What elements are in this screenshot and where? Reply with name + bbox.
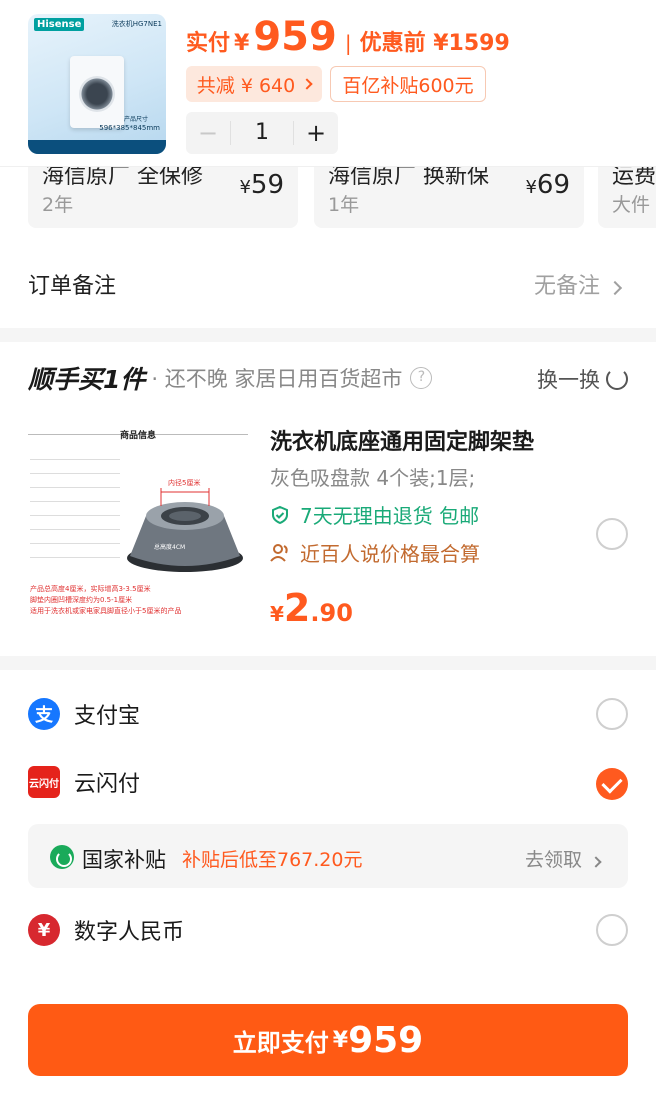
discount-detail-chip[interactable]: 共减 ¥ 640	[186, 66, 322, 102]
quantity-stepper[interactable]: − 1 +	[186, 112, 338, 154]
popularity-tag: 近百人说价格最合算	[270, 538, 480, 567]
image-header-text: 商品信息	[120, 431, 157, 441]
unionpay-icon: 云闪付	[28, 766, 60, 798]
payment-label: 云闪付	[74, 772, 141, 797]
decrease-button[interactable]: −	[186, 119, 230, 147]
order-summary-header: Hisense 洗衣机HG7NE1 产品尺寸 596*385*845mm 实付 …	[0, 0, 656, 166]
warranty-duration: 2年	[42, 194, 74, 216]
subsidy-icon	[50, 845, 74, 869]
image-height-label: 总高度4CM	[154, 544, 186, 551]
washing-machine-image	[70, 56, 124, 128]
actual-price: 959	[253, 14, 337, 60]
alipay-icon: 支	[28, 698, 60, 730]
pay-now-button[interactable]: 立即支付 ¥ 959	[28, 1004, 628, 1076]
image-footnote: 产品总高度4厘米，实际增高3-3.5厘米 脚垫内圈凹槽深度约为0.5-1厘米 适…	[30, 585, 182, 615]
shield-check-icon	[272, 505, 288, 524]
addon-brand-title: 顺手买1件	[28, 365, 146, 394]
quantity-value[interactable]: 1	[230, 121, 294, 145]
spec-size-value: 596*385*845mm	[99, 124, 160, 132]
section-divider	[0, 328, 656, 342]
national-subsidy-row[interactable]: 国家补贴 补贴后低至767.20元 去领取	[28, 824, 628, 888]
spec-size-label: 产品尺寸	[123, 116, 148, 123]
ecny-icon: ¥	[28, 914, 60, 946]
section-divider	[0, 656, 656, 670]
warranty-duration: 1年	[328, 194, 360, 216]
refresh-icon	[606, 368, 628, 390]
warranty-duration: 大件	[612, 194, 651, 216]
subsidy-claim-link[interactable]: 去领取	[525, 845, 602, 872]
warranty-price: ¥59	[239, 170, 284, 200]
currency-symbol: ¥	[234, 31, 250, 56]
alipay-radio[interactable]	[596, 698, 628, 730]
warranty-price: ¥69	[525, 170, 570, 200]
product-thumbnail[interactable]: Hisense 洗衣机HG7NE1 产品尺寸 596*385*845mm	[28, 14, 166, 154]
actual-pay-label: 实付	[186, 31, 231, 56]
addon-price: ¥ 2 .90	[270, 586, 353, 630]
payment-option-unionpay[interactable]: 云闪付 云闪付	[28, 766, 140, 798]
people-icon	[270, 543, 288, 562]
thumb-footer-bar	[28, 140, 166, 154]
subsidy-chip: 百亿补贴600元	[330, 66, 486, 102]
return-policy-tag: 7天无理由退货 包邮	[270, 500, 479, 529]
image-inner-diameter: 内径5厘米	[168, 479, 201, 487]
addon-product-image[interactable]: 商品信息 内径5厘米 总高度4CM 产品总高度4厘米，实际增高3-3.5厘米 脚…	[28, 420, 248, 620]
order-note-row[interactable]: 订单备注 无备注	[0, 252, 656, 316]
addon-select-radio[interactable]	[596, 518, 628, 550]
price-before-discount: 优惠前 ¥1599	[359, 31, 510, 56]
price-line: 实付 ¥ 959 | 优惠前 ¥1599	[186, 14, 510, 60]
price-separator: |	[344, 31, 352, 55]
help-icon[interactable]: ?	[410, 367, 433, 389]
payment-label: 数字人民币	[74, 920, 185, 945]
unionpay-radio-selected[interactable]	[596, 768, 628, 800]
foot-pad-image	[127, 488, 243, 572]
addon-product-spec[interactable]: 灰色吸盘款 4个装;1层;	[270, 462, 475, 491]
addon-section-title: 顺手买1件 · 还不晚 家居日用百货超市 ?	[28, 360, 433, 396]
chevron-right-icon	[301, 78, 313, 90]
order-note-value: 无备注	[534, 268, 623, 300]
addon-product-name[interactable]: 洗衣机底座通用固定脚架垫	[270, 424, 534, 456]
product-model: 洗衣机HG7NE1	[111, 20, 162, 28]
payment-label: 支付宝	[74, 704, 141, 729]
addon-subtitle: · 还不晚 家居日用百货超市	[151, 367, 403, 391]
subsidy-hint: 补贴后低至767.20元	[182, 849, 363, 871]
order-note-label: 订单备注	[28, 274, 117, 299]
payment-option-ecny[interactable]: ¥ 数字人民币	[28, 914, 184, 946]
subsidy-title: 国家补贴	[82, 848, 166, 872]
brand-logo: Hisense	[34, 18, 85, 31]
ecny-radio[interactable]	[596, 914, 628, 946]
payment-option-alipay[interactable]: 支 支付宝	[28, 698, 140, 730]
increase-button[interactable]: +	[294, 119, 338, 147]
swap-button[interactable]: 换一换	[537, 364, 628, 394]
chevron-right-icon	[607, 280, 623, 296]
chevron-right-icon	[590, 856, 602, 868]
